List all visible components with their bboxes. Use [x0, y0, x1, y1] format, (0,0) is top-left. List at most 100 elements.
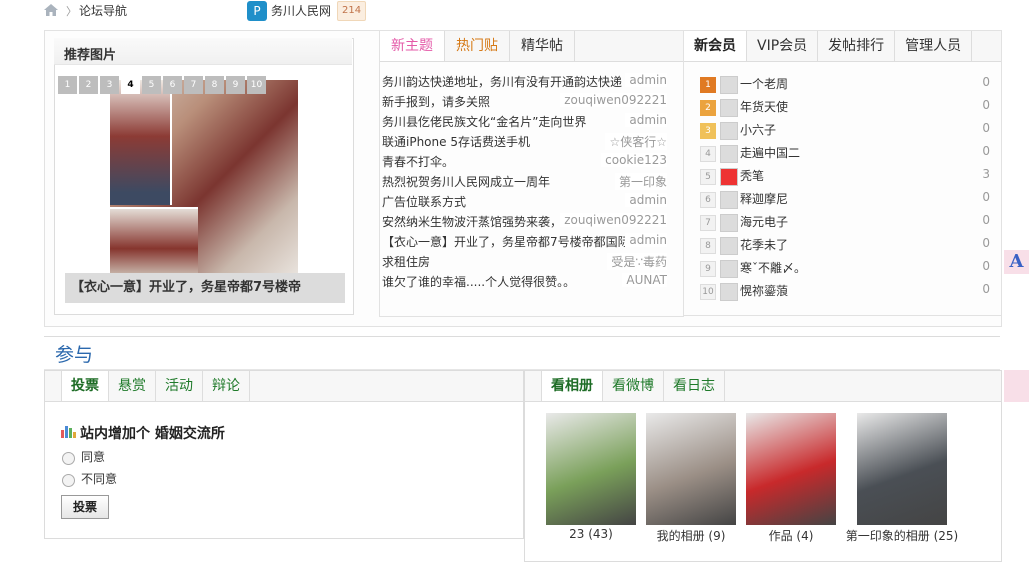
- topic-author-link[interactable]: cookie123: [601, 153, 667, 167]
- topic-title-link[interactable]: 求租住房: [382, 253, 430, 270]
- poll-option-disagree-label: 不同意: [81, 472, 118, 486]
- tab-administrators[interactable]: 管理人员: [895, 31, 973, 61]
- recommend-photo-inset: [110, 207, 198, 275]
- topic-row: 务川县仡佬民族文化“金名片”走向世界 admin: [380, 113, 683, 133]
- topic-author-link[interactable]: zouqiwen092221: [560, 213, 667, 227]
- topic-row: 【衣心一意】开业了，务星帝都7号楼帝都国际 admin: [380, 233, 683, 253]
- pager-page-button[interactable]: 6: [163, 76, 182, 94]
- topic-title-link[interactable]: 【衣心一意】开业了，务星帝都7号楼帝都国际: [382, 233, 630, 250]
- topic-title-link[interactable]: 务川县仡佬民族文化“金名片”走向世界: [382, 113, 586, 130]
- topic-title-link[interactable]: 联通iPhone 5存话费送手机: [382, 133, 530, 150]
- tab-vote[interactable]: 投票: [61, 371, 109, 401]
- rank-badge: 2: [700, 100, 716, 116]
- rank-badge: 4: [700, 146, 716, 162]
- member-name-link[interactable]: 愰祢鎏蒗: [740, 282, 788, 299]
- member-name-link[interactable]: 秃笔: [740, 167, 764, 184]
- avatar[interactable]: [720, 283, 738, 301]
- tab-activity[interactable]: 活动: [156, 371, 203, 401]
- pager-page-button[interactable]: 3: [100, 76, 119, 94]
- home-icon[interactable]: [44, 4, 58, 16]
- site-name-link[interactable]: 务川人民网: [271, 2, 331, 19]
- topic-title-link[interactable]: 安然纳米生物波汗蒸馆强势来袭，: [382, 213, 562, 230]
- topic-author-link[interactable]: 第一印象: [614, 173, 667, 190]
- member-list: 1 一个老周 0 2 年货天使 0 3 小六子 0 4 走遍中国二 0 5 秃笔 3 6 释迦摩尼 0 7 海元电子 0…: [700, 75, 990, 305]
- topic-author-link[interactable]: zouqiwen092221: [560, 93, 667, 107]
- topic-author-link[interactable]: admin: [625, 73, 667, 87]
- album-thumbnail[interactable]: [857, 413, 947, 525]
- avatar[interactable]: [720, 99, 738, 117]
- pager-page-button[interactable]: 5: [142, 76, 161, 94]
- tab-view-microblog[interactable]: 看微博: [603, 371, 664, 401]
- recommend-title: 推荐图片: [64, 48, 117, 63]
- tab-view-albums[interactable]: 看相册: [541, 371, 603, 401]
- album-caption[interactable]: 23 (43): [546, 527, 636, 541]
- member-name-link[interactable]: 年货天使: [740, 98, 788, 115]
- member-post-count: 0: [982, 213, 990, 227]
- avatar[interactable]: [720, 214, 738, 232]
- pager-page-button[interactable]: 8: [205, 76, 224, 94]
- pager-page-button[interactable]: 2: [79, 76, 98, 94]
- topic-author-link[interactable]: ☆侠客行☆: [605, 133, 667, 150]
- pager-page-button[interactable]: 1: [58, 76, 77, 94]
- site-logo-icon[interactable]: P: [247, 1, 267, 21]
- member-name-link[interactable]: 花季未了: [740, 236, 788, 253]
- recommend-caption[interactable]: 【衣心一意】开业了，务星帝都7号楼帝: [65, 273, 345, 303]
- topic-title-link[interactable]: 务川韵达快递地址，务川有没有开通韵达快递: [382, 73, 622, 90]
- album-thumbnail[interactable]: [646, 413, 736, 525]
- member-name-link[interactable]: 释迦摩尼: [740, 190, 788, 207]
- topic-title-link[interactable]: 新手报到，请多关照: [382, 93, 490, 110]
- album-caption[interactable]: 作品 (4): [746, 527, 836, 544]
- album-thumbnail[interactable]: [546, 413, 636, 525]
- poll-option-disagree-radio[interactable]: [62, 474, 75, 487]
- font-size-widget[interactable]: A: [1004, 250, 1029, 274]
- pager-page-button[interactable]: 10: [247, 76, 266, 94]
- topic-author-link[interactable]: AUNAT: [622, 273, 667, 287]
- member-row: 4 走遍中国二 0: [700, 144, 990, 167]
- album-caption[interactable]: 我的相册 (9): [646, 527, 736, 544]
- tab-digest-posts[interactable]: 精华帖: [510, 31, 575, 61]
- member-row: 6 释迦摩尼 0: [700, 190, 990, 213]
- topics-panel: 新主题 热门贴 精华帖 务川韵达快递地址，务川有没有开通韵达快递 admin 新手报…: [379, 30, 684, 317]
- topic-title-link[interactable]: 热烈祝贺务川人民网成立一周年: [382, 173, 550, 190]
- avatar[interactable]: [720, 168, 738, 186]
- topic-author-link[interactable]: admin: [625, 113, 667, 127]
- topic-title-link[interactable]: 谁欠了谁的幸福.....个人觉得很赞。。: [382, 273, 575, 290]
- tab-post-ranking[interactable]: 发帖排行: [818, 31, 896, 61]
- topic-author-link[interactable]: 受是∵毒药: [607, 253, 667, 270]
- avatar[interactable]: [720, 122, 738, 140]
- tab-debate[interactable]: 辩论: [203, 371, 250, 401]
- avatar[interactable]: [720, 237, 738, 255]
- rank-badge: 3: [700, 123, 716, 139]
- topic-title-link[interactable]: 青春不打伞。: [382, 153, 454, 170]
- poll-title[interactable]: 站内增加个 婚姻交流所: [80, 423, 225, 443]
- tab-new-members[interactable]: 新会员: [684, 31, 747, 61]
- tab-vip-members[interactable]: VIP会员: [747, 31, 819, 61]
- member-name-link[interactable]: 海元电子: [740, 213, 788, 230]
- topic-title-link[interactable]: 广告位联系方式: [382, 193, 466, 210]
- rank-badge: 1: [700, 77, 716, 93]
- member-name-link[interactable]: 一个老周: [740, 75, 788, 92]
- album-caption[interactable]: 第一印象的相册 (25): [840, 527, 964, 544]
- avatar[interactable]: [720, 191, 738, 209]
- tab-new-topics[interactable]: 新主题: [380, 31, 445, 61]
- pager-page-button[interactable]: 7: [184, 76, 203, 94]
- pager-page-button[interactable]: 4: [121, 76, 140, 94]
- tab-hot-posts[interactable]: 热门贴: [445, 31, 510, 61]
- rank-badge: 10: [700, 284, 716, 300]
- breadcrumb-forum-nav[interactable]: 论坛导航: [79, 2, 127, 19]
- avatar[interactable]: [720, 260, 738, 278]
- avatar[interactable]: [720, 145, 738, 163]
- tab-reward[interactable]: 悬赏: [109, 371, 156, 401]
- topic-author-link[interactable]: admin: [625, 233, 667, 247]
- poll-option-agree-radio[interactable]: [62, 452, 75, 465]
- tab-view-journal[interactable]: 看日志: [664, 371, 725, 401]
- member-name-link[interactable]: 走遍中国二: [740, 144, 800, 161]
- pager-page-button[interactable]: 9: [226, 76, 245, 94]
- member-name-link[interactable]: 小六子: [740, 121, 776, 138]
- album-thumbnail[interactable]: [746, 413, 836, 525]
- topic-author-link[interactable]: admin: [625, 193, 667, 207]
- vote-button[interactable]: 投票: [61, 495, 109, 519]
- member-name-link[interactable]: 寒ˇ不離〆。: [740, 259, 806, 276]
- side-float-widget[interactable]: [1004, 370, 1029, 402]
- avatar[interactable]: [720, 76, 738, 94]
